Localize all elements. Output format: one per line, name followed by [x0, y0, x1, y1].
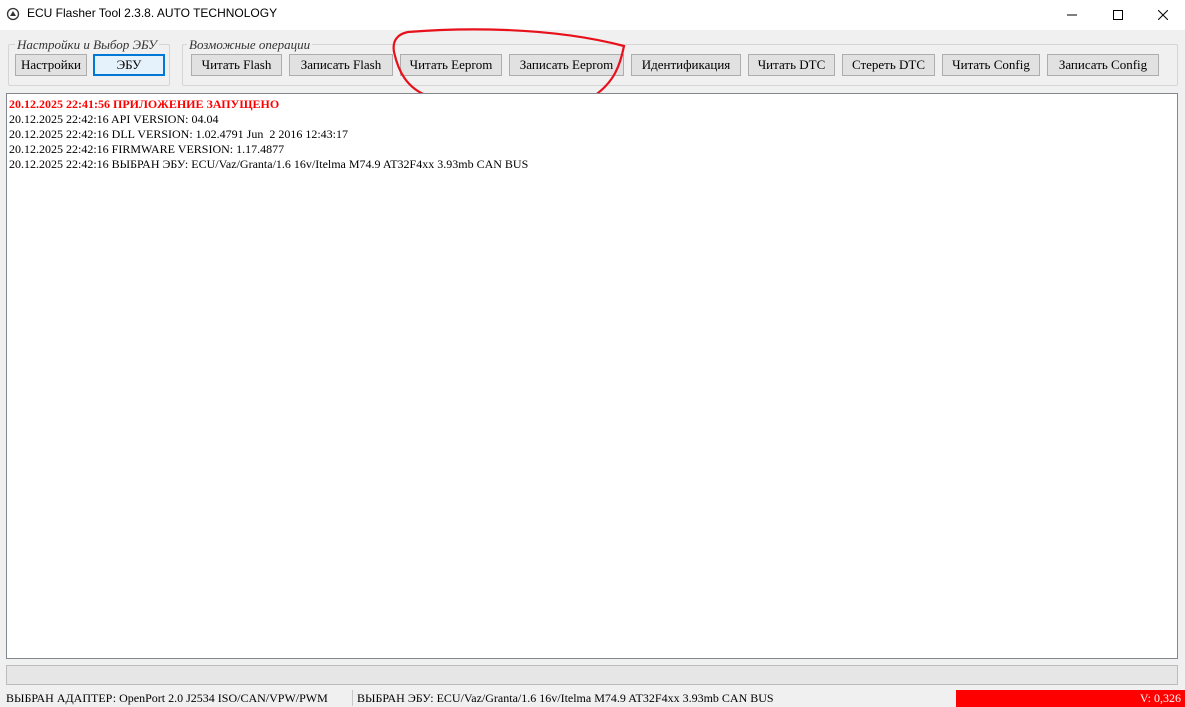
operations-group-title: Возможные операции [187, 37, 313, 53]
close-button[interactable] [1140, 0, 1185, 30]
clear-dtc-button[interactable]: Стереть DTC [842, 54, 935, 76]
log-area[interactable]: 20.12.2025 22:41:56 ПРИЛОЖЕНИЕ ЗАПУЩЕНО … [6, 93, 1178, 659]
status-separator [352, 690, 353, 706]
log-line: 20.12.2025 22:42:16 API VERSION: 04.04 [9, 112, 219, 126]
log-line: 20.12.2025 22:42:16 ВЫБРАН ЭБУ: ECU/Vaz/… [9, 157, 529, 171]
write-eeprom-button[interactable]: Записать Eeprom [509, 54, 624, 76]
app-icon [6, 7, 20, 21]
log-line: 20.12.2025 22:41:56 ПРИЛОЖЕНИЕ ЗАПУЩЕНО [9, 97, 280, 111]
read-flash-button[interactable]: Читать Flash [191, 54, 282, 76]
minimize-button[interactable] [1049, 0, 1095, 30]
window-title: ECU Flasher Tool 2.3.8. AUTO TECHNOLOGY [27, 6, 278, 20]
write-flash-button[interactable]: Записать Flash [289, 54, 393, 76]
read-config-button[interactable]: Читать Config [942, 54, 1040, 76]
version-indicator: V: 0,326 [956, 690, 1185, 707]
read-dtc-button[interactable]: Читать DTC [748, 54, 835, 76]
log-line: 20.12.2025 22:42:16 DLL VERSION: 1.02.47… [9, 127, 349, 141]
settings-group-title: Настройки и Выбор ЭБУ [15, 37, 159, 53]
maximize-button[interactable] [1095, 0, 1141, 30]
minimize-icon [1067, 14, 1077, 16]
settings-button[interactable]: Настройки [15, 54, 87, 76]
write-config-button[interactable]: Записать Config [1047, 54, 1159, 76]
ecu-button[interactable]: ЭБУ [93, 54, 165, 76]
title-bar: ECU Flasher Tool 2.3.8. AUTO TECHNOLOGY [0, 0, 1185, 30]
status-ecu: ВЫБРАН ЭБУ: ECU/Vaz/Granta/1.6 16v/Itelm… [357, 691, 774, 705]
identification-button[interactable]: Идентификация [631, 54, 741, 76]
progress-bar [6, 665, 1178, 685]
status-adapter: ВЫБРАН АДАПТЕР: OpenPort 2.0 J2534 ISO/C… [6, 691, 328, 705]
read-eeprom-button[interactable]: Читать Eeprom [400, 54, 502, 76]
log-line: 20.12.2025 22:42:16 FIRMWARE VERSION: 1.… [9, 142, 285, 156]
close-icon [1158, 10, 1168, 20]
maximize-icon [1113, 10, 1123, 20]
version-label: V: 0,326 [1139, 691, 1181, 705]
